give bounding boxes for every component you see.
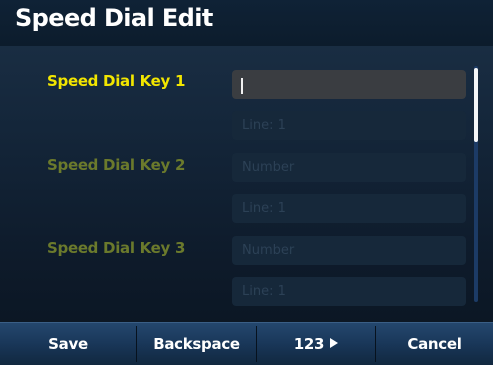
speed-dial-key-3-label: Speed Dial Key 3	[47, 239, 186, 257]
title-bar: Speed Dial Edit	[0, 0, 493, 46]
speed-dial-edit-screen: Speed Dial Edit Speed Dial Key 1 Line: 1…	[0, 0, 493, 365]
input-mode-softkey-label: 123	[293, 335, 325, 353]
speed-dial-key-1-label: Speed Dial Key 1	[47, 72, 186, 90]
scrollbar-thumb[interactable]	[474, 68, 478, 142]
page-title: Speed Dial Edit	[15, 4, 213, 32]
softkey-bar: Save Backspace 123 Cancel	[0, 322, 493, 365]
speed-dial-key-3-number-input[interactable]: Number	[232, 236, 466, 265]
text-cursor	[241, 78, 243, 94]
save-softkey[interactable]: Save	[0, 323, 136, 365]
backspace-softkey-label: Backspace	[153, 335, 240, 353]
speed-dial-key-2-line-field[interactable]: Line: 1	[232, 194, 466, 223]
save-softkey-label: Save	[48, 335, 88, 353]
input-mode-softkey[interactable]: 123	[257, 323, 375, 365]
speed-dial-key-2-label: Speed Dial Key 2	[47, 156, 186, 174]
cancel-softkey[interactable]: Cancel	[376, 323, 493, 365]
speed-dial-key-3-line-field[interactable]: Line: 1	[232, 277, 466, 306]
speed-dial-key-1-line-field[interactable]: Line: 1	[232, 111, 466, 140]
cancel-softkey-label: Cancel	[407, 335, 462, 353]
right-triangle-icon	[330, 337, 339, 348]
speed-dial-key-1-number-input[interactable]	[232, 70, 466, 99]
speed-dial-key-2-number-input[interactable]: Number	[232, 153, 466, 182]
backspace-softkey[interactable]: Backspace	[137, 323, 256, 365]
